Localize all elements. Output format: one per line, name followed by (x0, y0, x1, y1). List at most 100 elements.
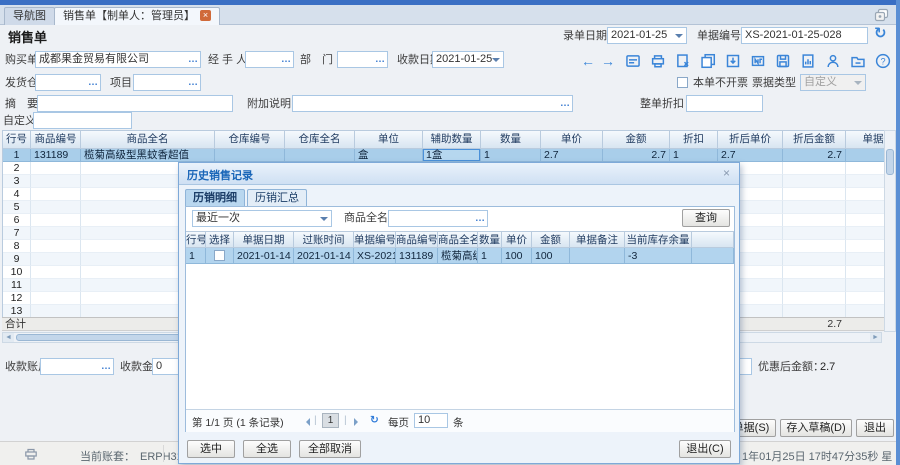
grid-cell (846, 292, 884, 305)
history-header-cell[interactable]: 商品编号 (396, 231, 438, 248)
product-lookup-icon[interactable]: … (475, 211, 485, 226)
history-header-cell[interactable]: 单据编号 (354, 231, 396, 248)
history-header-cell[interactable]: 单据日期 (234, 231, 294, 248)
grid-cell: 1 (481, 149, 541, 162)
custom1-input[interactable] (33, 112, 132, 129)
status-datetime: 1年01月25日 17时47分35秒 星期一 下午 (742, 448, 900, 465)
report-icon[interactable] (799, 53, 817, 69)
grid-header-cell[interactable]: 单价 (541, 131, 603, 149)
agent-lookup-icon[interactable]: … (281, 52, 291, 67)
history-header-cell[interactable]: 过账时间 (294, 231, 354, 248)
pay-date-select[interactable]: 2021-01-25 (432, 51, 504, 68)
back-arrow-icon[interactable]: ← (581, 53, 595, 69)
grid-header-cell[interactable]: 辅助数量 (423, 131, 481, 149)
print-icon[interactable] (649, 53, 667, 69)
grid-header-cell[interactable]: 折后金额 (783, 131, 846, 149)
history-row-selected[interactable]: 12021-01-142021-01-14XS-2021131189榄菊高级型1… (186, 248, 734, 264)
folder-icon[interactable] (849, 53, 867, 69)
record-date-select[interactable]: 2021-01-25 (607, 27, 687, 44)
help-icon[interactable]: ? (874, 53, 892, 69)
project-lookup-icon[interactable]: … (188, 75, 198, 90)
forward-arrow-icon[interactable]: → (601, 53, 615, 69)
user-icon[interactable] (824, 53, 842, 69)
grid-cell: 131189 (31, 149, 81, 162)
doc-cancel-icon[interactable] (674, 53, 692, 69)
agent-input[interactable]: … (245, 51, 294, 68)
cascade-windows-icon[interactable] (874, 8, 890, 22)
row-select-checkbox[interactable] (214, 250, 225, 261)
grid-header-cell[interactable]: 仓库编号 (215, 131, 285, 149)
grid-header-cell[interactable]: 折后单价 (718, 131, 783, 149)
bill-type-select[interactable]: 自定义 (800, 74, 866, 91)
pager-prev-icon[interactable] (302, 418, 310, 426)
grid-header-cell[interactable]: 商品全名 (81, 131, 215, 149)
product-name-input[interactable]: … (388, 210, 488, 227)
save-draft-button[interactable]: 存入草稿(D) (780, 419, 852, 437)
select-button[interactable]: 选中 (187, 440, 235, 458)
tab-sales-order[interactable]: 销售单【制单人：管理员】× (54, 7, 220, 25)
refresh-icon[interactable]: ↻ (874, 26, 887, 42)
detail-card-icon[interactable] (624, 53, 642, 69)
history-filter-select[interactable]: 最近一次 (192, 210, 332, 227)
tab-navigation[interactable]: 导航图 (4, 7, 55, 25)
pager-refresh-icon[interactable]: ↻ (370, 414, 379, 426)
tab-history-detail[interactable]: 历销明细 (185, 189, 245, 207)
dept-lookup-icon[interactable]: … (375, 52, 385, 67)
grid-cell (783, 188, 846, 201)
project-input[interactable]: … (133, 74, 201, 91)
select-all-button[interactable]: 全选 (243, 440, 291, 458)
buyer-lookup-icon[interactable]: … (188, 52, 198, 67)
grid-header-cell[interactable]: 单据备注 (846, 131, 884, 149)
warehouse-input[interactable]: … (35, 74, 101, 91)
grid-cell (846, 175, 884, 188)
grid-row-selected[interactable]: 1131189榄菊高级型黑蚊香超值盒1盒12.72.712.72.7 (3, 149, 884, 162)
serial-no-icon[interactable] (749, 53, 767, 69)
grid-header-cell[interactable]: 折扣 (670, 131, 718, 149)
copy-icon[interactable] (699, 53, 717, 69)
summary-input[interactable] (37, 95, 233, 112)
pager-next-icon[interactable] (354, 418, 362, 426)
grid-header-cell[interactable]: 金额 (603, 131, 670, 149)
warehouse-lookup-icon[interactable]: … (88, 75, 98, 90)
history-header-cell[interactable]: 当前库存余量 (625, 231, 692, 248)
import-icon[interactable] (724, 53, 742, 69)
receive-account-input[interactable]: … (40, 358, 114, 375)
whole-discount-input[interactable] (686, 95, 763, 112)
history-header-cell[interactable]: 选择 (206, 231, 234, 248)
history-header-cell[interactable]: 单价 (502, 231, 532, 248)
grid-header-cell[interactable]: 商品编号 (31, 131, 81, 149)
history-header-cell[interactable]: 单据备注 (570, 231, 625, 248)
grid-header-cell[interactable]: 单位 (355, 131, 423, 149)
tab-close-icon[interactable]: × (200, 10, 211, 21)
query-button[interactable]: 查询 (682, 209, 730, 227)
tab-history-summary[interactable]: 历销汇总 (247, 189, 307, 207)
save-icon[interactable] (774, 53, 792, 69)
exit-button[interactable]: 退出 (856, 419, 894, 437)
vertical-scrollbar-thumb[interactable] (886, 149, 894, 175)
dialog-titlebar[interactable]: 历史销售记录 × (179, 163, 739, 185)
dept-input[interactable]: … (337, 51, 388, 68)
grid-header-cell[interactable]: 仓库全名 (285, 131, 355, 149)
extra-note-lookup-icon[interactable]: … (560, 96, 570, 111)
no-invoice-checkbox[interactable] (677, 77, 688, 88)
history-header-cell[interactable]: 行号 (186, 231, 206, 248)
grid-header-cell[interactable]: 行号 (3, 131, 31, 149)
grid-cell (215, 149, 285, 162)
doc-no-input[interactable]: XS-2021-01-25-028 (741, 27, 868, 44)
grid-cell (31, 227, 81, 240)
grid-cell (285, 149, 355, 162)
buyer-input[interactable]: 成都果金贸易有限公司… (35, 51, 201, 68)
grid-header-cell[interactable]: 数量 (481, 131, 541, 149)
clear-all-button[interactable]: 全部取消 (299, 440, 361, 458)
receive-account-lookup-icon[interactable]: … (101, 359, 111, 374)
history-header-cell[interactable]: 金额 (532, 231, 570, 248)
extra-note-input[interactable]: … (292, 95, 573, 112)
dialog-exit-button[interactable]: 退出(C) (679, 440, 731, 458)
dialog-close-icon[interactable]: × (723, 166, 730, 180)
pager-page-number[interactable]: 1 (322, 413, 339, 428)
per-page-input[interactable]: 10 (414, 413, 448, 428)
vertical-scrollbar[interactable] (884, 130, 896, 332)
history-header-cell[interactable]: 数量 (478, 231, 502, 248)
history-header-cell[interactable]: 商品全名 (438, 231, 478, 248)
history-header-cell[interactable] (692, 231, 734, 248)
